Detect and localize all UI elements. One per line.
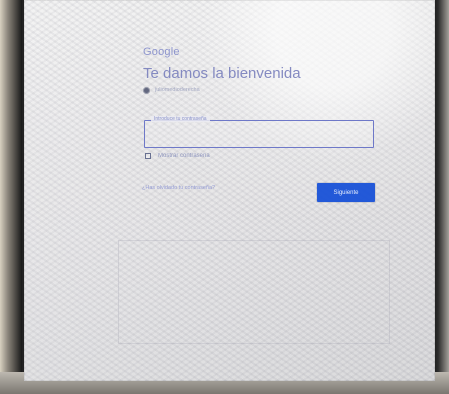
forgot-password-link[interactable]: ¿Has olvidado tu contraseña? [142,185,215,191]
checkbox-icon[interactable] [145,153,151,159]
next-button[interactable]: Siguiente [317,183,375,202]
account-chip[interactable]: juliomedioderecha [143,84,200,96]
show-password-option[interactable]: Mostrar contraseña [145,151,210,161]
page-title: Te damos la bienvenida [143,65,301,82]
account-circle-icon [143,86,150,94]
content-outline [118,240,390,344]
brand-logo-text: Google [143,46,180,58]
account-email: juliomedioderecha [155,87,200,93]
password-field[interactable]: Introduce tu contraseña [144,116,374,148]
show-password-label: Mostrar contraseña [158,153,210,159]
photo-frame: Google Te damos la bienvenida juliomedio… [0,0,449,394]
password-field-label: Introduce tu contraseña [151,116,210,122]
device-bezel-left [0,0,22,394]
screen: Google Te damos la bienvenida juliomedio… [24,0,435,381]
